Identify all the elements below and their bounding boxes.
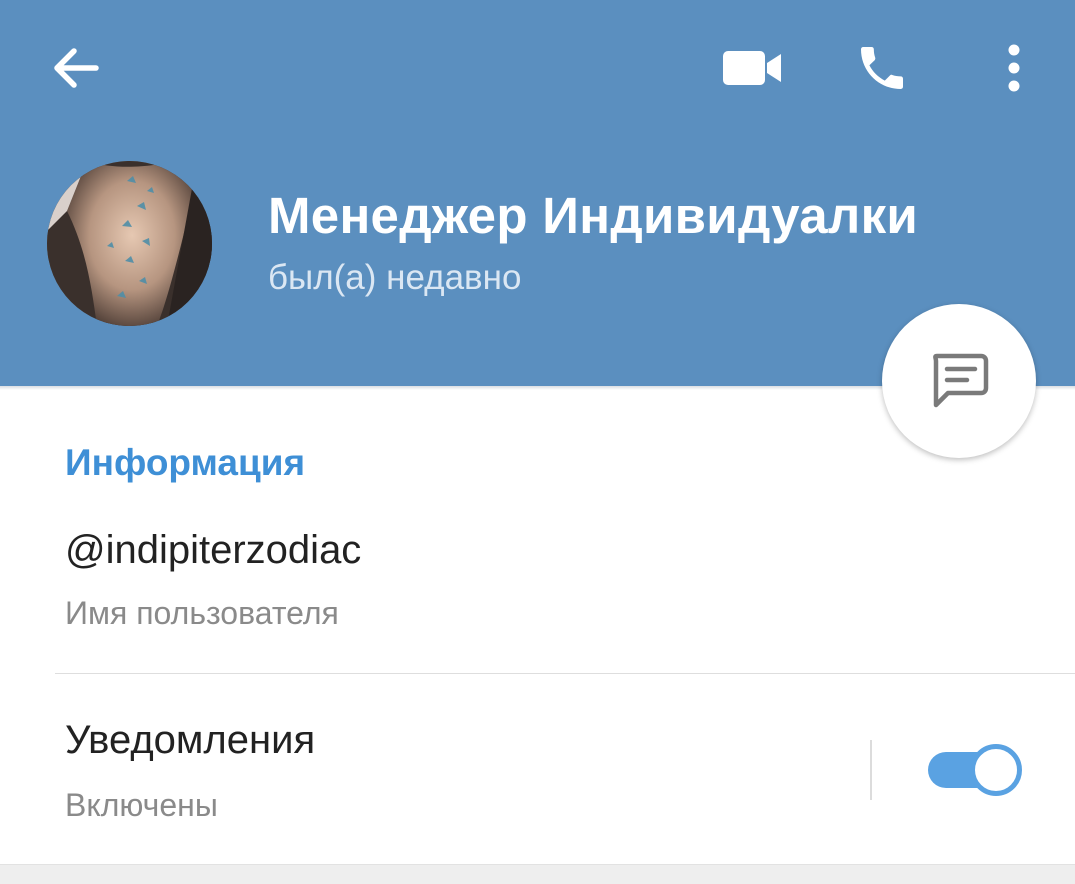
video-call-button[interactable] — [712, 30, 792, 106]
more-vertical-icon — [1008, 44, 1020, 92]
avatar-photo — [47, 161, 212, 326]
notifications-title: Уведомления — [65, 718, 316, 762]
phone-icon — [861, 47, 903, 89]
notifications-toggle[interactable] — [928, 744, 1022, 796]
toggle-knob — [970, 744, 1022, 796]
notifications-state: Включены — [65, 787, 218, 823]
profile-screen: Менеджер Индивидуалки был(а) недавно Инф… — [0, 0, 1075, 884]
username-value: @indipiterzodiac — [65, 528, 362, 572]
username-label: Имя пользователя — [65, 595, 339, 631]
back-button[interactable] — [36, 30, 116, 106]
more-options-button[interactable] — [984, 30, 1044, 106]
voice-call-button[interactable] — [842, 28, 922, 108]
arrow-left-icon — [54, 48, 99, 88]
avatar[interactable] — [47, 161, 212, 326]
send-message-button[interactable] — [882, 304, 1036, 458]
section-footer — [0, 864, 1075, 884]
video-camera-icon — [723, 51, 781, 85]
vertical-separator — [870, 740, 872, 800]
message-icon — [933, 353, 989, 408]
notifications-item[interactable]: Уведомления Включены — [0, 674, 1075, 864]
profile-name: Менеджер Индивидуалки — [268, 187, 919, 244]
profile-status: был(а) недавно — [268, 258, 522, 297]
info-section-title: Информация — [65, 442, 306, 483]
